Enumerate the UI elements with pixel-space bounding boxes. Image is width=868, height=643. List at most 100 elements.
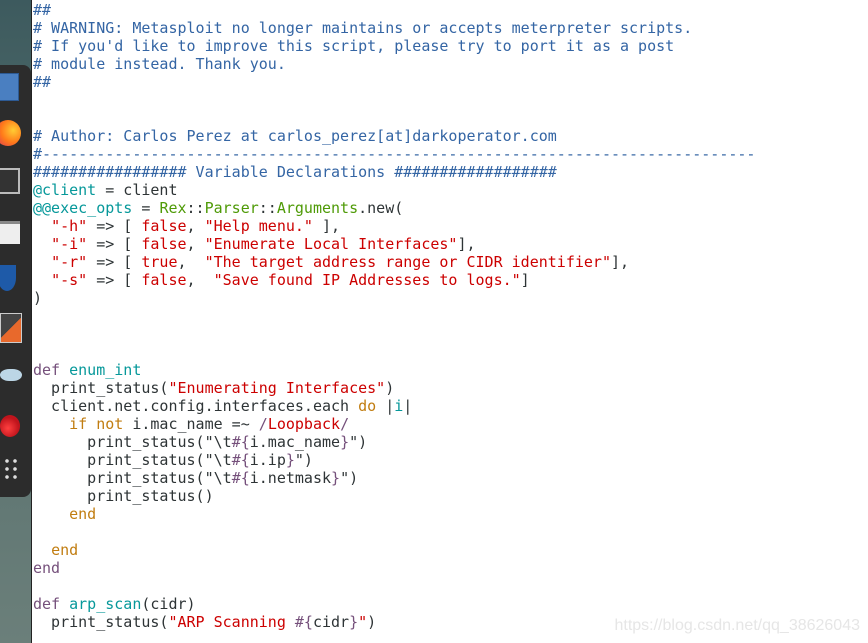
code-line[interactable]: print_status("Enumerating Interfaces") — [33, 379, 755, 397]
code-line[interactable]: "-i" => [ false, "Enumerate Local Interf… — [33, 235, 755, 253]
string-token: "Save found IP Addresses to logs." — [213, 271, 521, 289]
code-line[interactable] — [33, 577, 755, 595]
code-text-token: print_status("\t — [33, 433, 232, 451]
code-text-token: ") — [294, 451, 313, 469]
code-line[interactable]: end — [33, 541, 755, 559]
interpolation-token: #{ — [231, 451, 250, 469]
code-text-token: ] — [520, 271, 530, 289]
comment-token: # If you'd like to improve this script, … — [33, 37, 675, 55]
code-text-token: i.mac_name =~ — [123, 415, 259, 433]
comment-token: ## — [33, 1, 52, 19]
code-line[interactable]: end — [33, 559, 755, 577]
control-keyword-token: do — [358, 397, 377, 415]
code-line[interactable] — [33, 109, 755, 127]
code-line[interactable]: print_status("\t#{i.mac_name}") — [33, 433, 755, 451]
code-text-token: , — [186, 271, 214, 289]
interpolation-token: } — [340, 433, 350, 451]
string-token: Loopback — [267, 415, 341, 433]
interpolation-token: } — [331, 469, 341, 487]
control-keyword-token: end — [69, 505, 97, 523]
control-keyword-token: if not — [69, 415, 124, 433]
code-line[interactable]: # WARNING: Metasploit no longer maintain… — [33, 19, 755, 37]
code-line[interactable]: # If you'd like to improve this script, … — [33, 37, 755, 55]
string-token: false — [141, 271, 187, 289]
code-text-token: , — [177, 253, 205, 271]
code-line[interactable]: ################# Variable Declarations … — [33, 163, 755, 181]
code-line[interactable] — [33, 307, 755, 325]
code-line[interactable]: print_status("\t#{i.netmask}") — [33, 469, 755, 487]
code-line[interactable]: if not i.mac_name =~ /Loopback/ — [33, 415, 755, 433]
code-line[interactable] — [33, 523, 755, 541]
firefox-icon[interactable] — [0, 120, 21, 146]
identifier-token: enum_int — [69, 361, 142, 379]
code-line[interactable]: print_status() — [33, 487, 755, 505]
comment-token: # WARNING: Metasploit no longer maintain… — [33, 19, 693, 37]
code-line[interactable] — [33, 91, 755, 109]
code-line[interactable]: def arp_scan(cidr) — [33, 595, 755, 613]
code-text-token: i.mac_name — [249, 433, 341, 451]
keyword-token: def — [33, 595, 61, 613]
code-line[interactable]: print_status("\t#{i.ip}") — [33, 451, 755, 469]
metasploit-icon[interactable] — [0, 265, 16, 291]
code-line[interactable]: "-h" => [ false, "Help menu." ], — [33, 217, 755, 235]
code-text[interactable]: ## # WARNING: Metasploit no longer mainta… — [33, 1, 755, 631]
comment-token: ## — [33, 73, 52, 91]
code-text-token: | — [376, 397, 395, 415]
constant-token: Arguments — [276, 199, 359, 217]
code-line[interactable]: ## — [33, 1, 755, 19]
code-line[interactable]: "-s" => [ false, "Save found IP Addresse… — [33, 271, 755, 289]
code-text-token: cidr — [312, 613, 350, 631]
code-line[interactable]: #---------------------------------------… — [33, 145, 755, 163]
code-line[interactable]: end — [33, 505, 755, 523]
code-line[interactable]: # Author: Carlos Perez at carlos_perez[a… — [33, 127, 755, 145]
code-line[interactable] — [33, 325, 755, 343]
string-token: "The target address range or CIDR identi… — [204, 253, 611, 271]
code-text-token: ) — [385, 379, 395, 397]
constant-token: Rex — [159, 199, 187, 217]
code-text-token: print_status( — [33, 613, 169, 631]
text-editor-icon[interactable] — [0, 221, 20, 244]
code-text-token: , — [186, 217, 205, 235]
string-token: false — [141, 235, 187, 253]
string-token: true — [141, 253, 178, 271]
dock — [0, 65, 31, 497]
maltego-eye-icon[interactable] — [0, 369, 22, 381]
burpsuite-icon[interactable] — [0, 313, 22, 343]
code-text-token: | — [403, 397, 413, 415]
keyword-token: / — [340, 415, 350, 433]
code-text-token: ") — [349, 433, 368, 451]
code-text-token: :: — [258, 199, 277, 217]
code-text-token: => [ — [87, 217, 142, 235]
string-token: " — [358, 613, 368, 631]
code-line[interactable] — [33, 343, 755, 361]
app-grid-icon[interactable] — [3, 457, 19, 481]
code-line[interactable]: @client = client — [33, 181, 755, 199]
code-line[interactable]: # module instead. Thank you. — [33, 55, 755, 73]
code-editor[interactable]: ## # WARNING: Metasploit no longer mainta… — [32, 0, 868, 643]
code-line[interactable]: ## — [33, 73, 755, 91]
code-text-token: => [ — [87, 253, 142, 271]
identifier-token: i — [394, 397, 404, 415]
code-line[interactable]: "-r" => [ true, "The target address rang… — [33, 253, 755, 271]
code-line[interactable]: @@exec_opts = Rex::Parser::Arguments.new… — [33, 199, 755, 217]
terminal-icon[interactable] — [0, 168, 20, 194]
constant-token: Parser — [204, 199, 259, 217]
string-token: "Enumerating Interfaces" — [168, 379, 386, 397]
code-line[interactable]: ) — [33, 289, 755, 307]
cherrytree-icon[interactable] — [0, 415, 20, 437]
file-manager-icon[interactable] — [0, 73, 19, 101]
interpolation-token: } — [285, 451, 295, 469]
watermark: https://blog.csdn.net/qq_38626043 — [614, 617, 860, 634]
code-text-token: ], — [312, 217, 341, 235]
comment-token: ################# Variable Declarations … — [33, 163, 557, 181]
comment-token: # module instead. Thank you. — [33, 55, 286, 73]
interpolation-token: #{ — [231, 433, 250, 451]
code-line[interactable]: client.net.config.interfaces.each do |i| — [33, 397, 755, 415]
code-line[interactable]: def enum_int — [33, 361, 755, 379]
code-text-token: :: — [186, 199, 205, 217]
